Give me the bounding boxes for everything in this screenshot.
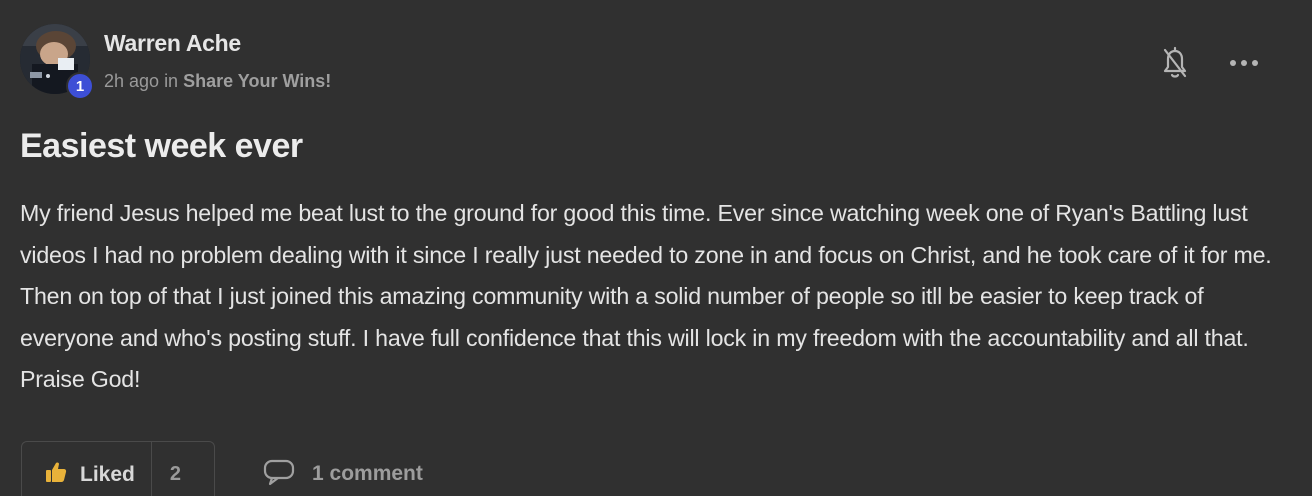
level-badge: 1 xyxy=(66,72,94,100)
thumbs-up-icon xyxy=(44,460,68,489)
post-body: My friend Jesus helped me beat lust to t… xyxy=(20,200,1272,392)
more-horizontal-icon[interactable] xyxy=(1226,50,1262,76)
post-category-link[interactable]: Share Your Wins! xyxy=(183,71,331,92)
like-control: Liked 2 xyxy=(21,441,215,496)
post-card: 1 Warren Ache 2h ago in Share Your Wins!… xyxy=(0,0,1312,496)
post-title[interactable]: Easiest week ever xyxy=(20,127,303,166)
bell-off-icon[interactable] xyxy=(1159,45,1191,81)
comment-button[interactable]: 1 comment xyxy=(262,458,423,490)
like-button[interactable]: Liked xyxy=(22,442,152,496)
like-label: Liked xyxy=(80,462,135,486)
meta-in-word: in xyxy=(164,71,179,91)
comment-count-label: 1 comment xyxy=(312,462,423,485)
author-name[interactable]: Warren Ache xyxy=(104,30,241,57)
comment-icon xyxy=(262,457,296,492)
post-time: 2h ago xyxy=(104,71,160,91)
post-meta: 2h ago in Share Your Wins! xyxy=(104,71,331,92)
author-avatar-wrap[interactable]: 1 xyxy=(20,24,94,100)
like-count[interactable]: 2 xyxy=(152,442,181,496)
